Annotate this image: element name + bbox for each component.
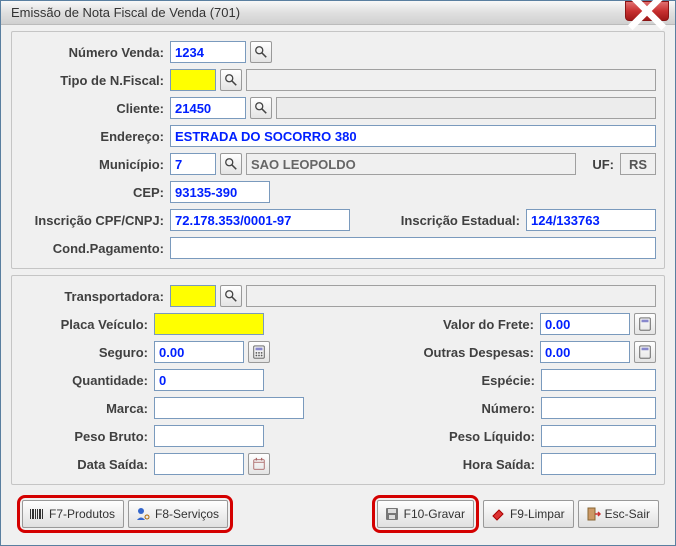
door-exit-icon bbox=[585, 506, 601, 522]
search-icon bbox=[254, 101, 268, 115]
titlebar: Emissão de Nota Fiscal de Venda (701) bbox=[1, 1, 675, 25]
search-icon bbox=[224, 289, 238, 303]
label-cep: CEP: bbox=[20, 185, 166, 200]
input-quantidade[interactable] bbox=[154, 369, 264, 391]
readonly-cliente-desc bbox=[276, 97, 656, 119]
label-data-saida: Data Saída: bbox=[20, 457, 150, 472]
button-sair-label: Esc-Sair bbox=[605, 507, 650, 521]
window-title: Emissão de Nota Fiscal de Venda (701) bbox=[11, 5, 671, 20]
input-outras-despesas[interactable] bbox=[540, 341, 630, 363]
button-produtos-label: F7-Produtos bbox=[49, 507, 115, 521]
label-transportadora: Transportadora: bbox=[20, 289, 166, 304]
search-icon bbox=[224, 73, 238, 87]
button-sair[interactable]: Esc-Sair bbox=[578, 500, 659, 528]
calc-despesas[interactable] bbox=[634, 341, 656, 363]
toolbar: F7-Produtos F8-Serviços F10-Gravar F9-Li… bbox=[11, 491, 665, 539]
input-especie[interactable] bbox=[541, 369, 656, 391]
panel-top: Número Venda: Tipo de N.Fiscal: Cliente: bbox=[11, 31, 665, 269]
button-servicos-label: F8-Serviços bbox=[155, 507, 219, 521]
input-transportadora-code[interactable] bbox=[170, 285, 216, 307]
button-servicos[interactable]: F8-Serviços bbox=[128, 500, 228, 528]
calculator-icon bbox=[638, 317, 652, 331]
label-hora-saida: Hora Saída: bbox=[343, 457, 537, 472]
input-endereco[interactable] bbox=[170, 125, 656, 147]
button-gravar[interactable]: F10-Gravar bbox=[377, 500, 474, 528]
lookup-transportadora[interactable] bbox=[220, 285, 242, 307]
label-tipo-nfiscal: Tipo de N.Fiscal: bbox=[20, 73, 166, 88]
label-seguro: Seguro: bbox=[20, 345, 150, 360]
input-numero[interactable] bbox=[541, 397, 656, 419]
input-peso-bruto[interactable] bbox=[154, 425, 264, 447]
label-marca: Marca: bbox=[20, 401, 150, 416]
calculator-icon bbox=[252, 345, 266, 359]
window-root: Emissão de Nota Fiscal de Venda (701) Nú… bbox=[0, 0, 676, 546]
calc-seguro[interactable] bbox=[248, 341, 270, 363]
search-icon bbox=[224, 157, 238, 171]
calendar-icon bbox=[252, 457, 266, 471]
readonly-transportadora-desc bbox=[246, 285, 656, 307]
input-cpf-cnpj[interactable] bbox=[170, 209, 350, 231]
label-endereco: Endereço: bbox=[20, 129, 166, 144]
lookup-cliente[interactable] bbox=[250, 97, 272, 119]
input-numero-venda[interactable] bbox=[170, 41, 246, 63]
input-placa[interactable] bbox=[154, 313, 264, 335]
eraser-icon bbox=[490, 506, 506, 522]
label-numero-venda: Número Venda: bbox=[20, 45, 166, 60]
label-valor-frete: Valor do Frete: bbox=[343, 317, 536, 332]
label-uf: UF: bbox=[580, 157, 616, 172]
label-quantidade: Quantidade: bbox=[20, 373, 150, 388]
label-cpf-cnpj: Inscrição CPF/CNPJ: bbox=[20, 213, 166, 228]
button-produtos[interactable]: F7-Produtos bbox=[22, 500, 124, 528]
input-cond-pagamento[interactable] bbox=[170, 237, 656, 259]
search-icon bbox=[254, 45, 268, 59]
highlight-box-left: F7-Produtos F8-Serviços bbox=[17, 495, 233, 533]
label-cliente: Cliente: bbox=[20, 101, 166, 116]
input-municipio-code[interactable] bbox=[170, 153, 216, 175]
readonly-uf: RS bbox=[620, 153, 656, 175]
calculator-icon bbox=[638, 345, 652, 359]
label-cond-pagamento: Cond.Pagamento: bbox=[20, 241, 166, 256]
input-cliente-code[interactable] bbox=[170, 97, 246, 119]
input-seguro[interactable] bbox=[154, 341, 244, 363]
button-gravar-label: F10-Gravar bbox=[404, 507, 465, 521]
readonly-municipio-desc: SAO LEOPOLDO bbox=[246, 153, 576, 175]
button-limpar[interactable]: F9-Limpar bbox=[483, 500, 574, 528]
input-tipo-nfiscal-code[interactable] bbox=[170, 69, 216, 91]
label-placa: Placa Veículo: bbox=[20, 317, 150, 332]
panel-bottom: Transportadora: Placa Veículo: Seguro: bbox=[11, 275, 665, 485]
calendar-data-saida[interactable] bbox=[248, 453, 270, 475]
lookup-municipio[interactable] bbox=[220, 153, 242, 175]
label-peso-bruto: Peso Bruto: bbox=[20, 429, 150, 444]
input-valor-frete[interactable] bbox=[540, 313, 630, 335]
input-inscricao-estadual[interactable] bbox=[526, 209, 656, 231]
input-peso-liquido[interactable] bbox=[541, 425, 656, 447]
lookup-numero-venda[interactable] bbox=[250, 41, 272, 63]
floppy-disk-icon bbox=[384, 506, 400, 522]
label-municipio: Município: bbox=[20, 157, 166, 172]
input-marca[interactable] bbox=[154, 397, 304, 419]
barcode-icon bbox=[29, 506, 45, 522]
person-gear-icon bbox=[135, 506, 151, 522]
label-numero: Número: bbox=[343, 401, 537, 416]
highlight-box-gravar: F10-Gravar bbox=[372, 495, 479, 533]
label-peso-liquido: Peso Líquido: bbox=[343, 429, 537, 444]
input-cep[interactable] bbox=[170, 181, 270, 203]
input-data-saida[interactable] bbox=[154, 453, 244, 475]
button-limpar-label: F9-Limpar bbox=[510, 507, 565, 521]
label-outras-despesas: Outras Despesas: bbox=[343, 345, 536, 360]
close-button[interactable] bbox=[625, 1, 669, 21]
calc-frete[interactable] bbox=[634, 313, 656, 335]
input-hora-saida[interactable] bbox=[541, 453, 656, 475]
content-area: Número Venda: Tipo de N.Fiscal: Cliente: bbox=[1, 25, 675, 545]
label-especie: Espécie: bbox=[343, 373, 537, 388]
lookup-tipo-nfiscal[interactable] bbox=[220, 69, 242, 91]
label-inscricao-estadual: Inscrição Estadual: bbox=[354, 213, 522, 228]
close-icon bbox=[626, 0, 668, 32]
readonly-tipo-nfiscal-desc bbox=[246, 69, 656, 91]
